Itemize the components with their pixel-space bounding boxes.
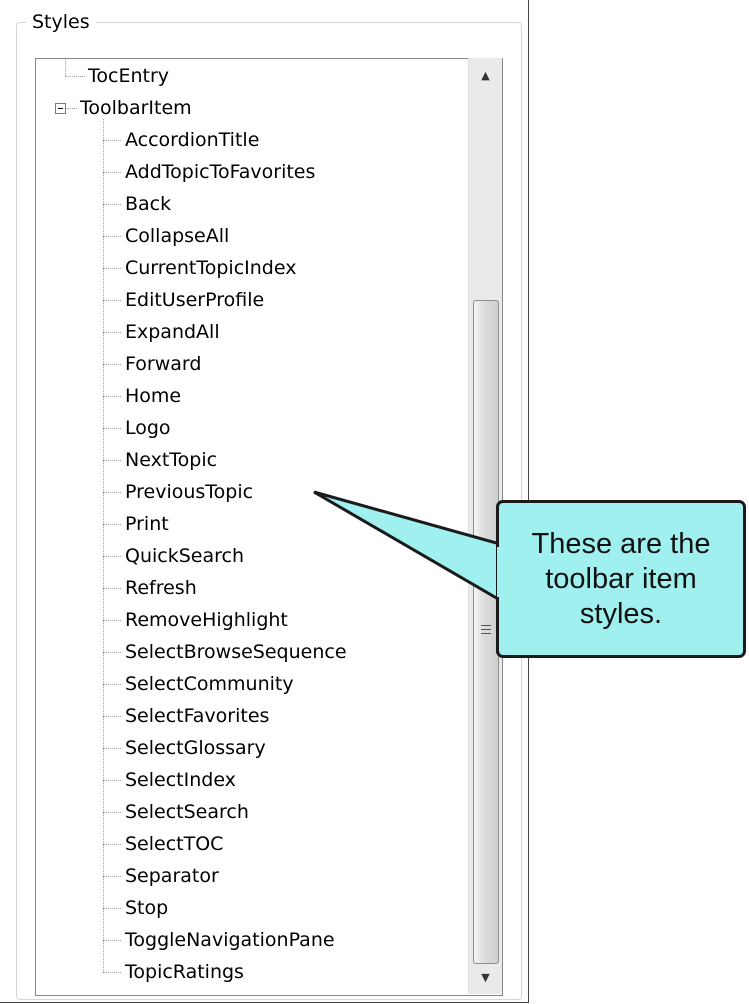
scroll-down-button[interactable]: ▼ (469, 962, 502, 992)
callout-box: These are the toolbar item styles. (496, 500, 746, 658)
scroll-up-button[interactable]: ▲ (469, 60, 502, 90)
styles-tree[interactable]: TocEntry ToolbarItem AccordionTitle AddTopi… (35, 58, 503, 996)
tree-item-child[interactable]: Separator (125, 865, 219, 887)
up-arrow-icon: ▲ (481, 68, 490, 82)
tree-item-child[interactable]: CollapseAll (125, 225, 229, 247)
tree-item-child[interactable]: SelectIndex (125, 769, 236, 791)
tree-connector-line (103, 268, 121, 269)
collapse-icon[interactable] (55, 103, 66, 114)
tree-item-tocentry[interactable]: TocEntry (88, 65, 169, 87)
tree-connector-line (103, 588, 121, 589)
tree-connector-line (103, 908, 121, 909)
tree-item-child[interactable]: AddTopicToFavorites (125, 161, 315, 183)
tree-item-child[interactable]: Home (125, 385, 181, 407)
tree-connector-line (103, 716, 121, 717)
tree-item-child[interactable]: QuickSearch (125, 545, 244, 567)
tree-item-child[interactable]: Forward (125, 353, 201, 375)
tree-item-child[interactable]: TopicRatings (125, 961, 244, 983)
tree-item-child[interactable]: SelectFavorites (125, 705, 269, 727)
tree-connector-line (103, 524, 121, 525)
grip-line (481, 625, 491, 626)
tree-connector-line (103, 172, 121, 173)
tree-connector-line (103, 876, 121, 877)
tree-connector-line (103, 748, 121, 749)
tree-connector-line (103, 556, 121, 557)
tree-item-child[interactable]: Stop (125, 897, 168, 919)
tree-connector-line (103, 972, 121, 973)
tree-item-child[interactable]: SelectBrowseSequence (125, 641, 347, 663)
groupbox-title: Styles (26, 10, 96, 34)
tree-item-child[interactable]: NextTopic (125, 449, 217, 471)
tree-item-child[interactable]: SelectCommunity (125, 673, 294, 695)
tree-connector-line (103, 812, 121, 813)
tree-item-child[interactable]: CurrentTopicIndex (125, 257, 296, 279)
tree-item-child[interactable]: Back (125, 193, 171, 215)
tree-connector-line (103, 140, 121, 141)
tree-connector-line (103, 684, 121, 685)
tree-connector-line (103, 492, 121, 493)
down-arrow-icon: ▼ (481, 970, 490, 984)
tree-item-child[interactable]: SelectTOC (125, 833, 223, 855)
tree-connector-line (103, 428, 121, 429)
tree-connector-line (103, 236, 121, 237)
tree-item-child[interactable]: SelectSearch (125, 801, 249, 823)
tree-item-child[interactable]: Refresh (125, 577, 197, 599)
tree-connector-line (65, 76, 85, 77)
tree-connector-line (103, 332, 121, 333)
tree-connector-line (103, 204, 121, 205)
tree-item-child[interactable]: Logo (125, 417, 171, 439)
tree-item-child[interactable]: PreviousTopic (125, 481, 253, 503)
tree-connector-line (103, 652, 121, 653)
tree-connector-line (103, 780, 121, 781)
tree-connector-line (103, 940, 121, 941)
grip-line (481, 633, 491, 634)
tree-item-toolbaritem[interactable]: ToolbarItem (80, 97, 192, 119)
tree-connector-line (103, 844, 121, 845)
tree-item-child[interactable]: EditUserProfile (125, 289, 264, 311)
tree-item-child[interactable]: ToggleNavigationPane (125, 929, 335, 951)
tree-connector-line (103, 364, 121, 365)
tree-connector-line (103, 300, 121, 301)
tree-connector-line (103, 396, 121, 397)
callout-text: These are the toolbar item styles. (531, 527, 711, 630)
tree-connector-line (103, 620, 121, 621)
tree-item-child[interactable]: SelectGlossary (125, 737, 266, 759)
styles-panel-screenshot: Styles TocEntry ToolbarItem AccordionTitle… (0, 0, 749, 1004)
tree-item-child[interactable]: RemoveHighlight (125, 609, 288, 631)
tree-connector-line (67, 108, 77, 109)
tree-connector-line (103, 460, 121, 461)
tree-item-child[interactable]: AccordionTitle (125, 129, 259, 151)
tree-item-child[interactable]: Print (125, 513, 169, 535)
tree-item-child[interactable]: ExpandAll (125, 321, 220, 343)
grip-line (481, 629, 491, 630)
tree-connector-line (65, 59, 66, 76)
